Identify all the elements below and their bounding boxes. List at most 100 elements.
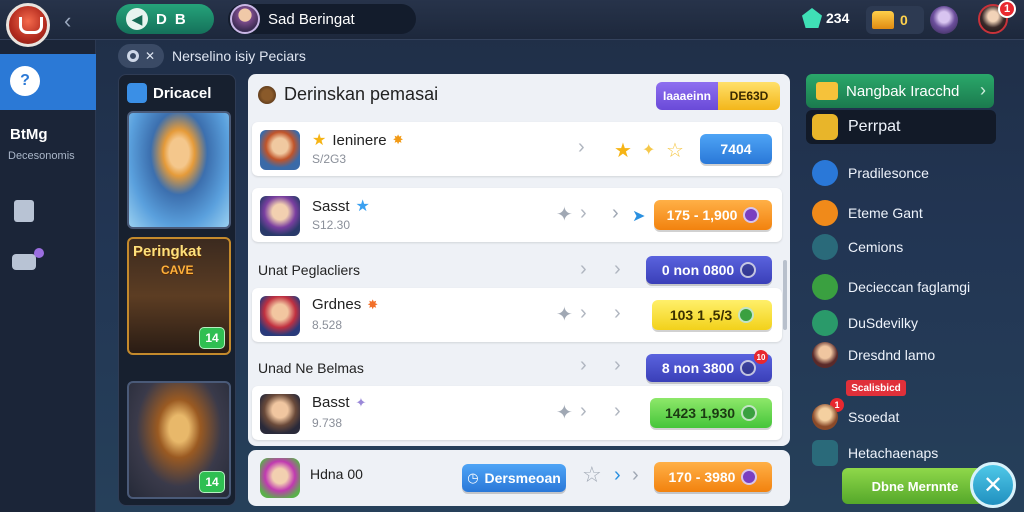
ticket-icon (816, 82, 838, 100)
nav-back-pill[interactable]: ◀ D B (116, 4, 214, 34)
rail-label[interactable]: BtMg (10, 126, 48, 143)
section-button[interactable]: 0 non 0800 (646, 256, 772, 284)
menu-item[interactable]: Dresdnd lamo (806, 338, 996, 372)
rail-sublabel: Decesonomis (8, 150, 75, 162)
user-chip[interactable]: Sad Beringat (228, 4, 416, 34)
top-bar: ‹ ◀ D B Sad Beringat 234 0 1 (0, 0, 1024, 40)
grid-icon (812, 440, 838, 466)
bottom-item-row[interactable]: Hdna 00 ◷ Dersmeoan ☆ › › 170 - 3980 (248, 450, 790, 506)
menu-item[interactable]: Hetachaenaps (806, 436, 996, 470)
gear-icon: ✦ (556, 402, 573, 424)
back-chevron-icon[interactable]: ‹ (64, 8, 71, 34)
star-icon: ★ (614, 140, 632, 162)
notification-badge: 10 (754, 350, 768, 364)
badge-icon: ✦ (355, 394, 367, 410)
price-label: 1423 1,930 (664, 405, 736, 421)
avatar (230, 4, 260, 34)
rail-item-home[interactable]: ? (0, 54, 96, 110)
menu-item[interactable]: Decieccan faglamgi (806, 270, 996, 304)
side-menu: Nangbak Iracchd Perrpat Pradilesonce Ete… (806, 74, 1016, 508)
item-thumbnail (260, 394, 300, 434)
item-sub: 9.738 (312, 416, 343, 430)
menu-item[interactable]: Cemions (806, 230, 996, 264)
menu-item[interactable]: DuSdevilky (806, 306, 996, 340)
filter-chip[interactable]: ✕ (118, 44, 164, 68)
menu-item-label: Eteme Gant (848, 205, 923, 221)
price-button[interactable]: 7404 (700, 134, 772, 164)
view-toggle[interactable]: Iaaaeinn DE63D (656, 82, 780, 110)
toggle-option-a[interactable]: Iaaaeinn (656, 82, 718, 110)
chevron-right-icon: › (614, 258, 621, 280)
menu-item[interactable]: Ssoedat (806, 400, 996, 434)
chevron-right-icon: › (580, 302, 587, 324)
section-label: Unat Peglacliers (258, 262, 360, 278)
currency-icon (743, 207, 760, 223)
avatar (812, 404, 838, 430)
gear-icon: ✦ (556, 204, 573, 226)
hero-tab-icon (127, 83, 147, 103)
currency-icon (738, 307, 755, 323)
panel-title: Derinskan pemasai (284, 84, 439, 104)
list-item[interactable]: Grdnes ✸ 8.528 ✦ › › 103 1 ,5/3 (252, 288, 782, 342)
close-fab-button[interactable]: ✕ (970, 462, 1016, 508)
item-sub: S12.30 (312, 218, 351, 232)
star-icon: ★ (355, 198, 370, 215)
menu-item[interactable]: Eteme Gant (806, 196, 996, 230)
badge-icon: ✸ (392, 132, 404, 147)
chest-button[interactable]: 0 (866, 6, 924, 34)
price-button[interactable]: 170 - 3980 (654, 462, 772, 492)
notification-badge: 1 (998, 0, 1016, 18)
item-name-text: Ieninere (332, 131, 387, 149)
item-name: Grdnes ✸ (312, 296, 378, 313)
green-action-button[interactable]: Dbne Mernnte (842, 468, 988, 504)
coin-icon (258, 85, 276, 104)
menu-item-label: Dresdnd lamo (848, 347, 936, 363)
item-name: Hdna 00 (310, 466, 363, 482)
list-item[interactable]: ★ Ieninere ✸ S/2G3 › ★ ✦ ☆ 7404 (252, 122, 782, 176)
subheader: ✕ Nerselino isiy Peciars (96, 40, 1024, 72)
arrow-icon: ➤ (632, 208, 646, 225)
clipboard-icon[interactable] (14, 200, 34, 222)
hero-card-1[interactable] (127, 111, 231, 229)
nav-label-2: B (174, 10, 186, 28)
list-item[interactable]: Basst ✦ 9.738 ✦ › › 1423 1,930 (252, 386, 782, 440)
heroes-panel: Dricacel Peringkat CAVE 14 14 (118, 74, 236, 506)
item-thumbnail (260, 196, 300, 236)
scrollbar[interactable] (783, 260, 787, 330)
price-label: 103 1 ,5/3 (669, 307, 733, 323)
app-logo[interactable] (6, 3, 50, 47)
menu-header-button[interactable]: Nangbak Iracchd (806, 74, 994, 108)
currency-icon (741, 469, 758, 485)
item-sub: 8.528 (312, 318, 343, 332)
chevron-right-icon: › (612, 202, 619, 224)
gem-counter[interactable]: 234 (802, 8, 849, 28)
hero-card-title: Peringkat (133, 243, 202, 260)
price-button[interactable]: 1423 1,930 (650, 398, 772, 428)
hero-card-3[interactable]: 14 (127, 381, 231, 499)
left-rail: ? BtMg Decesonomis (0, 40, 96, 512)
friend-avatar[interactable] (930, 6, 958, 34)
clock-icon (812, 200, 838, 226)
menu-item-label: Cemions (848, 239, 904, 255)
location-icon: ? (10, 66, 40, 96)
back-arrow-icon: ◀ (126, 8, 148, 30)
item-sub: S/2G3 (312, 152, 347, 166)
user-name: Sad Beringat (268, 10, 355, 28)
list-item[interactable]: Sasst ★ S12.30 ✦ › › ➤ 175 - 1,900 (252, 188, 782, 242)
menu-item[interactable]: Perrpat (806, 110, 996, 144)
chest-count: 0 (900, 12, 908, 28)
menu-item[interactable]: Pradilesonce (806, 156, 996, 190)
cross-icon (812, 310, 838, 336)
chevron-right-icon: › (614, 400, 621, 422)
currency-icon (741, 405, 758, 421)
price-button[interactable]: 175 - 1,900 (654, 200, 772, 230)
hero-card-2[interactable]: Peringkat CAVE 14 (127, 237, 231, 355)
action-pill[interactable]: ◷ Dersmeoan (462, 464, 566, 492)
price-button[interactable]: 103 1 ,5/3 (652, 300, 772, 330)
toggle-option-b[interactable]: DE63D (718, 82, 780, 110)
section-label: Unad Ne Belmas (258, 360, 364, 376)
level-badge: 14 (199, 327, 225, 349)
section-button[interactable]: 8 non 3800 (646, 354, 772, 382)
chat-icon[interactable] (12, 248, 44, 270)
tools-icon (812, 234, 838, 260)
